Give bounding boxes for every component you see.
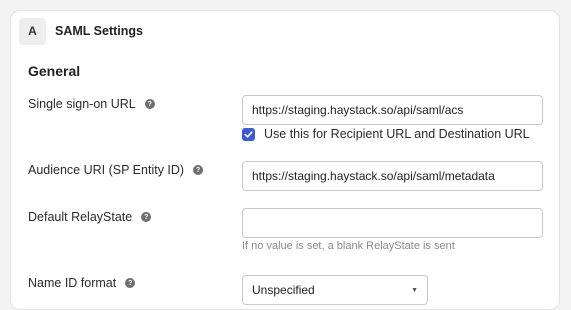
sso-url-input[interactable]: https://staging.haystack.so/api/saml/acs [242,95,543,125]
relay-state-label: Default RelayState ? [28,210,152,224]
help-icon[interactable]: ? [193,165,204,175]
audience-uri-label-text: Audience URI (SP Entity ID) [28,163,185,177]
checkmark-icon [244,130,253,138]
name-id-format-label: Name ID format ? [28,276,136,290]
recipient-checkbox-row[interactable]: Use this for Recipient URL and Destinati… [242,127,530,141]
chevron-down-icon: ▼ [411,286,418,294]
recipient-checkbox[interactable] [242,127,255,141]
help-icon[interactable]: ? [125,278,136,288]
relay-state-input[interactable] [242,208,543,238]
name-id-format-label-text: Name ID format [28,276,117,290]
name-id-format-select[interactable]: Unspecified ▼ [242,275,428,305]
audience-uri-input[interactable]: https://staging.haystack.so/api/saml/met… [242,161,543,191]
recipient-checkbox-label: Use this for Recipient URL and Destinati… [264,127,530,141]
audience-uri-label: Audience URI (SP Entity ID) ? [28,163,204,177]
sso-url-label-text: Single sign-on URL [28,97,136,111]
sso-url-label: Single sign-on URL ? [28,97,155,111]
section-title: General [28,63,81,79]
app-badge: A [19,17,46,45]
card-header: A SAML Settings [19,17,143,45]
relay-state-label-text: Default RelayState [28,210,133,224]
help-icon[interactable]: ? [141,212,152,222]
card-title: SAML Settings [55,24,143,38]
help-icon[interactable]: ? [144,99,155,109]
relay-state-hint: If no value is set, a blank RelayState i… [242,240,455,252]
saml-settings-card: A SAML Settings General Single sign-on U… [10,10,560,310]
